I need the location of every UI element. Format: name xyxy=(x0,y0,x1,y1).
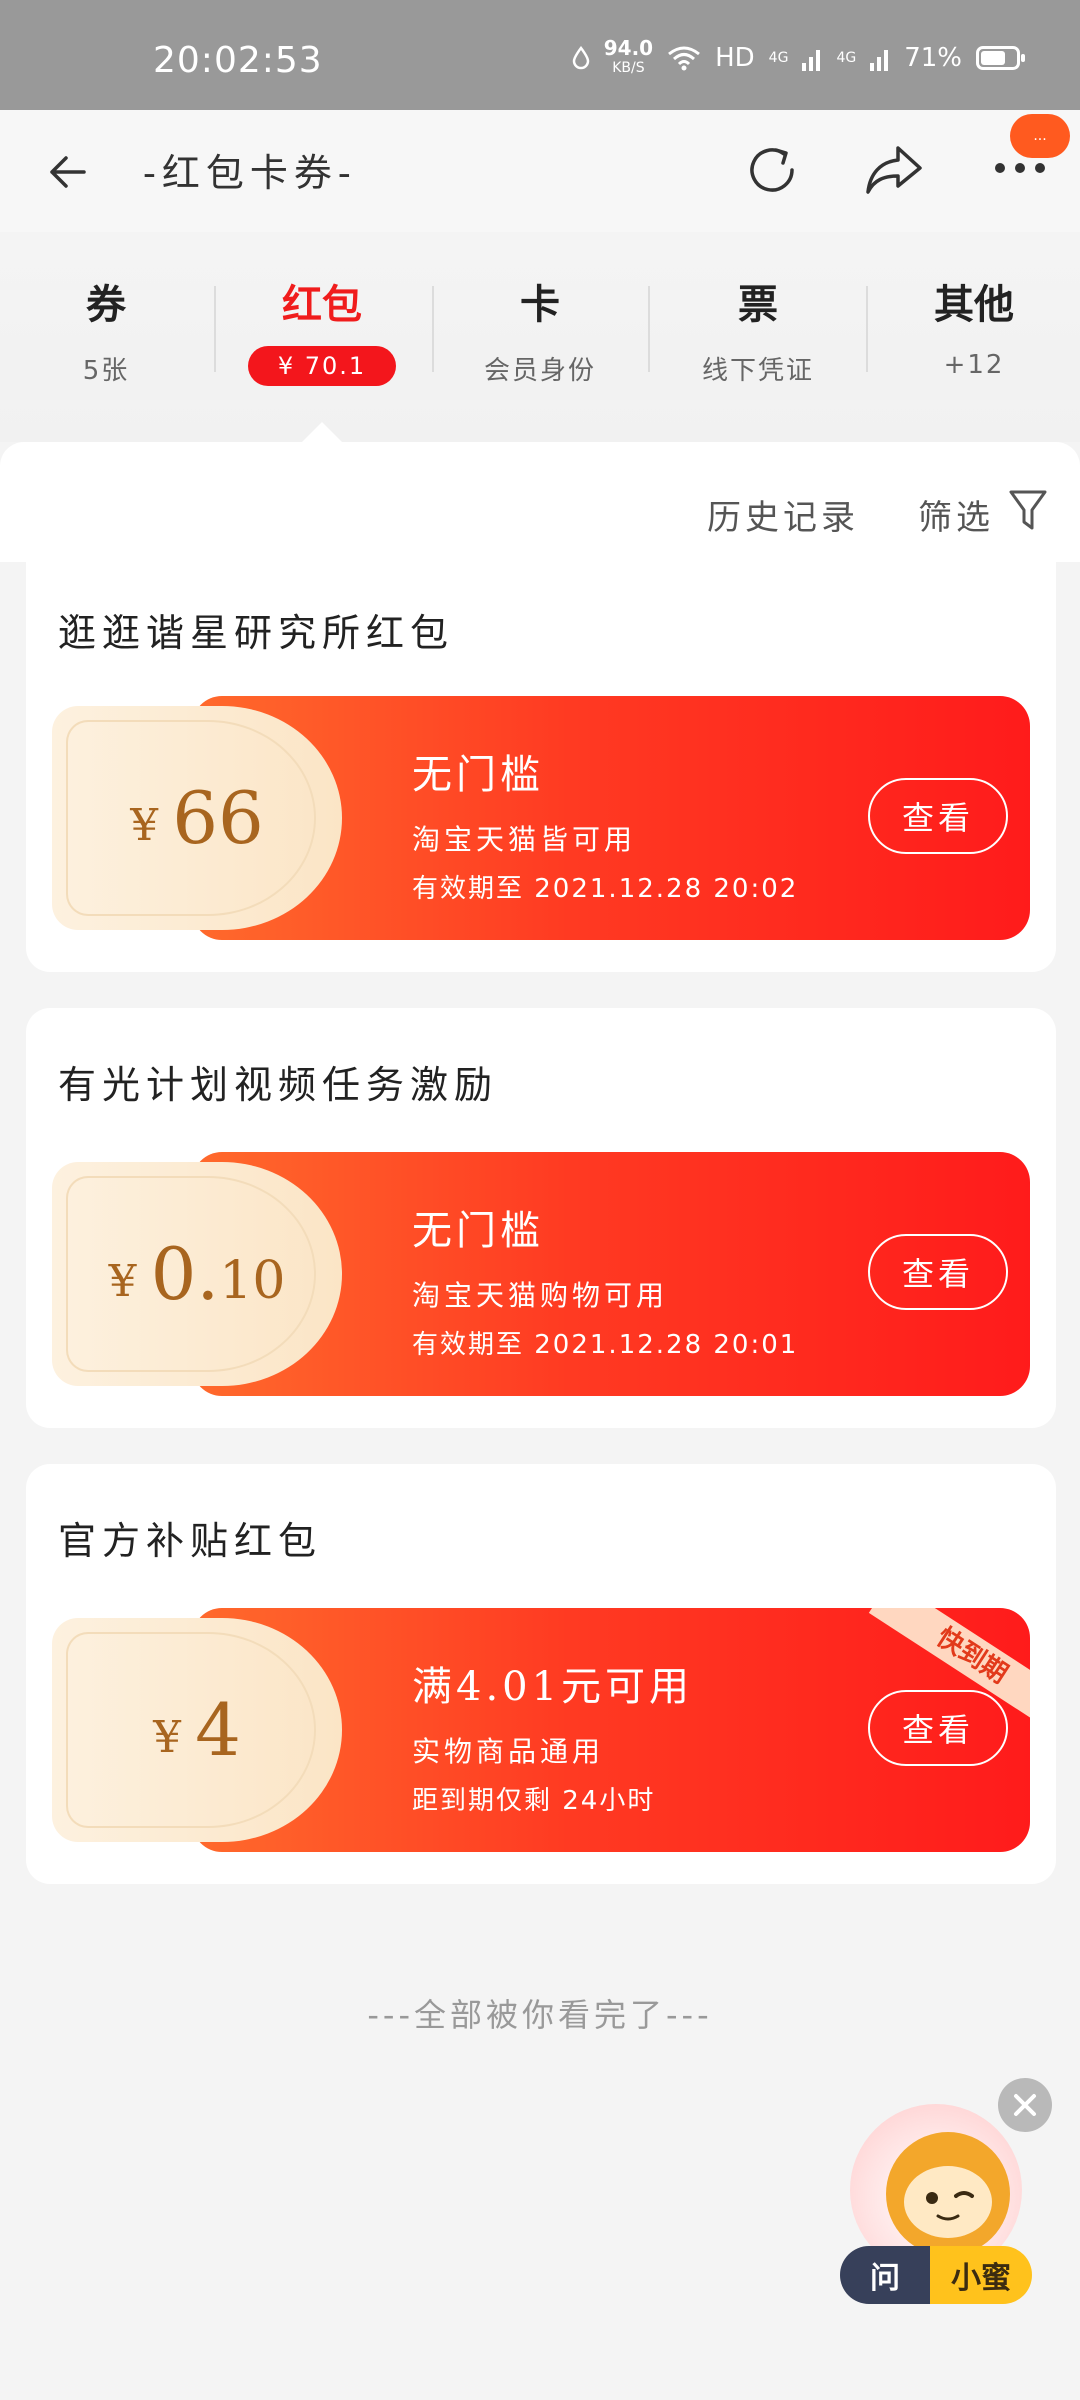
coupon-expiry: 有效期至 2021.12.28 20:02 xyxy=(412,874,799,904)
tab-sub: 会员身份 xyxy=(483,356,596,386)
currency-symbol: ¥ xyxy=(108,1255,137,1307)
hd-label: HD xyxy=(715,43,755,73)
signal-icon xyxy=(802,50,821,71)
history-link[interactable]: 历史记录 xyxy=(707,490,859,539)
amount-integer: 66 xyxy=(172,776,264,860)
status-time: 20:02:53 xyxy=(153,40,323,81)
active-tab-pointer xyxy=(302,422,342,442)
card-title: 有光计划视频任务激励 xyxy=(58,1063,499,1107)
card-title: 逛逛谐星研究所红包 xyxy=(58,611,455,655)
share-icon[interactable] xyxy=(862,140,926,200)
tab-label: 卡 xyxy=(520,281,560,328)
refresh-icon[interactable] xyxy=(742,140,802,200)
tab-label: 券 xyxy=(86,281,126,328)
coupon-scope: 实物商品通用 xyxy=(412,1735,605,1768)
tab-tickets[interactable]: 票 线下凭证 xyxy=(668,272,848,387)
assistant-ask: 问 xyxy=(840,2246,930,2304)
coupon[interactable]: 快到期 ¥ 4 满4.01元可用 实物商品通用 距到期仅剩 24小时 查看 xyxy=(52,1608,1030,1852)
coupon-amount: ¥ 66 xyxy=(52,696,342,940)
tab-sub-badge: ¥ 70.1 xyxy=(247,346,397,386)
tab-cards[interactable]: 卡 会员身份 xyxy=(450,272,630,387)
battery-icon xyxy=(976,46,1025,70)
view-button[interactable]: 查看 xyxy=(868,1234,1008,1310)
end-of-list-text: ---全部被你看完了--- xyxy=(367,1996,713,2034)
view-button[interactable]: 查看 xyxy=(868,1690,1008,1766)
coupon[interactable]: ¥ 66 无门槛 淘宝天猫皆可用 有效期至 2021.12.28 20:02 查… xyxy=(52,696,1030,940)
filter-icon[interactable] xyxy=(1008,488,1048,532)
tab-others[interactable]: 其他 +12 xyxy=(884,272,1064,380)
nav-bar: -红包卡券- ... xyxy=(0,110,1080,232)
tab-divider xyxy=(432,286,434,372)
tab-red-packets[interactable]: 红包 ¥ 70.1 xyxy=(232,272,412,386)
signal-icon-2 xyxy=(870,50,889,71)
tab-divider xyxy=(866,286,868,372)
tab-sub: 5张 xyxy=(82,356,130,386)
notification-badge: ... xyxy=(1010,114,1070,158)
net-speed: 94.0 KB/S xyxy=(604,38,653,78)
net-speed-value: 94.0 xyxy=(603,36,654,60)
tab-label: 红包 xyxy=(282,281,362,328)
battery-percent: 71% xyxy=(904,43,962,73)
tab-label: 票 xyxy=(738,281,778,328)
page-title: -红包卡券- xyxy=(143,151,357,195)
coupon-scope: 淘宝天猫购物可用 xyxy=(412,1279,669,1312)
tab-label: 其他 xyxy=(934,281,1014,328)
tab-sub: 线下凭证 xyxy=(701,356,814,386)
tab-coupons[interactable]: 券 5张 xyxy=(16,272,196,387)
arrow-left-icon[interactable] xyxy=(44,146,96,198)
currency-symbol: ¥ xyxy=(153,1711,182,1763)
coupon-expiry: 有效期至 2021.12.28 20:01 xyxy=(412,1330,799,1360)
amount-decimal: 10 xyxy=(219,1251,286,1311)
signal-label-1: 4G xyxy=(768,50,789,66)
coupon-amount: ¥ 0. 10 xyxy=(52,1152,342,1396)
net-speed-unit: KB/S xyxy=(612,60,645,76)
red-packet-card: 官方补贴红包 快到期 ¥ 4 满4.01元可用 实物商品通用 距到期仅剩 24小… xyxy=(26,1464,1056,1884)
coupon[interactable]: ¥ 0. 10 无门槛 淘宝天猫购物可用 有效期至 2021.12.28 20:… xyxy=(52,1152,1030,1396)
card-title: 官方补贴红包 xyxy=(58,1519,323,1563)
assistant-mascot-icon[interactable] xyxy=(886,2132,1010,2256)
category-tabs: 券 5张 红包 ¥ 70.1 卡 会员身份 票 线下凭证 其他 +12 xyxy=(0,232,1080,442)
coupon-condition: 无门槛 xyxy=(412,752,544,798)
status-bar: 20:02:53 94.0 KB/S HD 4G 4G 71% xyxy=(0,0,1080,110)
coupon-scope: 淘宝天猫皆可用 xyxy=(412,823,637,856)
data-drop-icon xyxy=(572,46,589,70)
amount-integer: 4 xyxy=(195,1688,241,1772)
red-packet-card: 有光计划视频任务激励 ¥ 0. 10 无门槛 淘宝天猫购物可用 有效期至 202… xyxy=(26,1008,1056,1428)
wifi-icon xyxy=(668,46,701,71)
coupon-condition: 无门槛 xyxy=(412,1208,544,1254)
signal-label-2: 4G xyxy=(836,50,857,66)
coupon-amount: ¥ 4 xyxy=(52,1608,342,1852)
assistant-label[interactable]: 问 小蜜 xyxy=(840,2246,1032,2304)
tab-divider xyxy=(214,286,216,372)
tab-divider xyxy=(648,286,650,372)
amount-integer: 0. xyxy=(150,1232,220,1316)
coupon-condition: 满4.01元可用 xyxy=(412,1664,694,1710)
assistant-name: 小蜜 xyxy=(930,2246,1032,2304)
coupon-expiry: 距到期仅剩 24小时 xyxy=(412,1786,656,1816)
filter-button[interactable]: 筛选 xyxy=(918,490,994,539)
status-icons: 94.0 KB/S HD 4G 4G 71% xyxy=(572,38,1025,78)
currency-symbol: ¥ xyxy=(130,799,159,851)
red-packet-card: 逛逛谐星研究所红包 ¥ 66 无门槛 淘宝天猫皆可用 有效期至 2021.12.… xyxy=(26,562,1056,972)
mascot-face-icon xyxy=(904,2166,992,2238)
battery-level xyxy=(981,51,1005,65)
close-icon[interactable] xyxy=(998,2078,1052,2132)
tab-sub: +12 xyxy=(943,350,1005,380)
view-button[interactable]: 查看 xyxy=(868,778,1008,854)
